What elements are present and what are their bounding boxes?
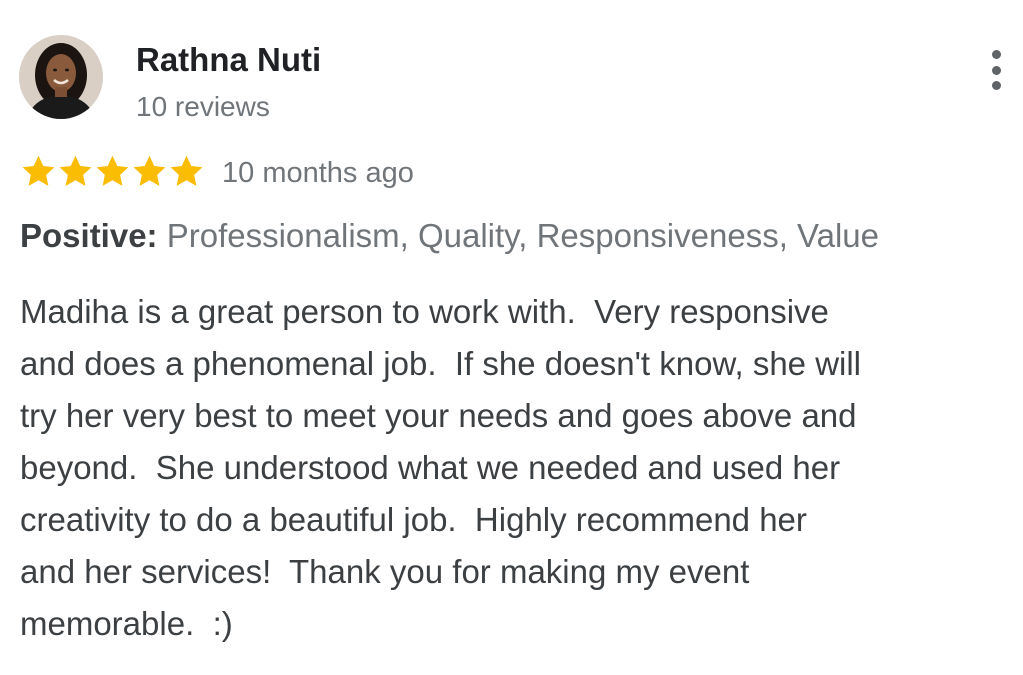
review-text-line: memorable. :) xyxy=(20,605,233,642)
review-text-line: Madiha is a great person to work with. V… xyxy=(20,293,829,330)
attributes-values: Professionalism, Quality, Responsiveness… xyxy=(166,217,879,254)
star-icon xyxy=(96,155,129,186)
review-text-line: and does a phenomenal job. If she doesn'… xyxy=(20,345,862,382)
review-text-line: and her services! Thank you for making m… xyxy=(20,553,750,590)
star-icon xyxy=(133,155,166,186)
reviewer-avatar[interactable] xyxy=(19,35,103,119)
more-options-button[interactable] xyxy=(980,50,1012,90)
star-icon xyxy=(59,155,92,186)
review-text-line: beyond. She understood what we needed an… xyxy=(20,449,841,486)
more-vert-icon-dot-3 xyxy=(991,81,1001,90)
more-vert-icon-dot-2 xyxy=(991,65,1001,75)
review-text-line: try her very best to meet your needs and… xyxy=(20,397,857,434)
review-date: 10 months ago xyxy=(222,157,414,189)
review-count[interactable]: 10 reviews xyxy=(136,90,270,124)
star-rating xyxy=(20,152,205,190)
reviewer-name[interactable]: Rathna Nuti xyxy=(136,40,321,80)
star-icon xyxy=(22,155,55,186)
star-icon xyxy=(170,155,203,186)
review-card: Rathna Nuti 10 reviews 10 months ago Pos… xyxy=(0,0,1023,675)
review-attributes: Positive: Professionalism, Quality, Resp… xyxy=(20,216,879,256)
person-photo-icon xyxy=(19,35,103,119)
review-text-line: creativity to do a beautiful job. Highly… xyxy=(20,501,807,538)
more-vert-icon-dot-1 xyxy=(991,50,1001,59)
review-text: Madiha is a great person to work with. V… xyxy=(20,286,1000,650)
attributes-label: Positive: xyxy=(20,217,158,254)
